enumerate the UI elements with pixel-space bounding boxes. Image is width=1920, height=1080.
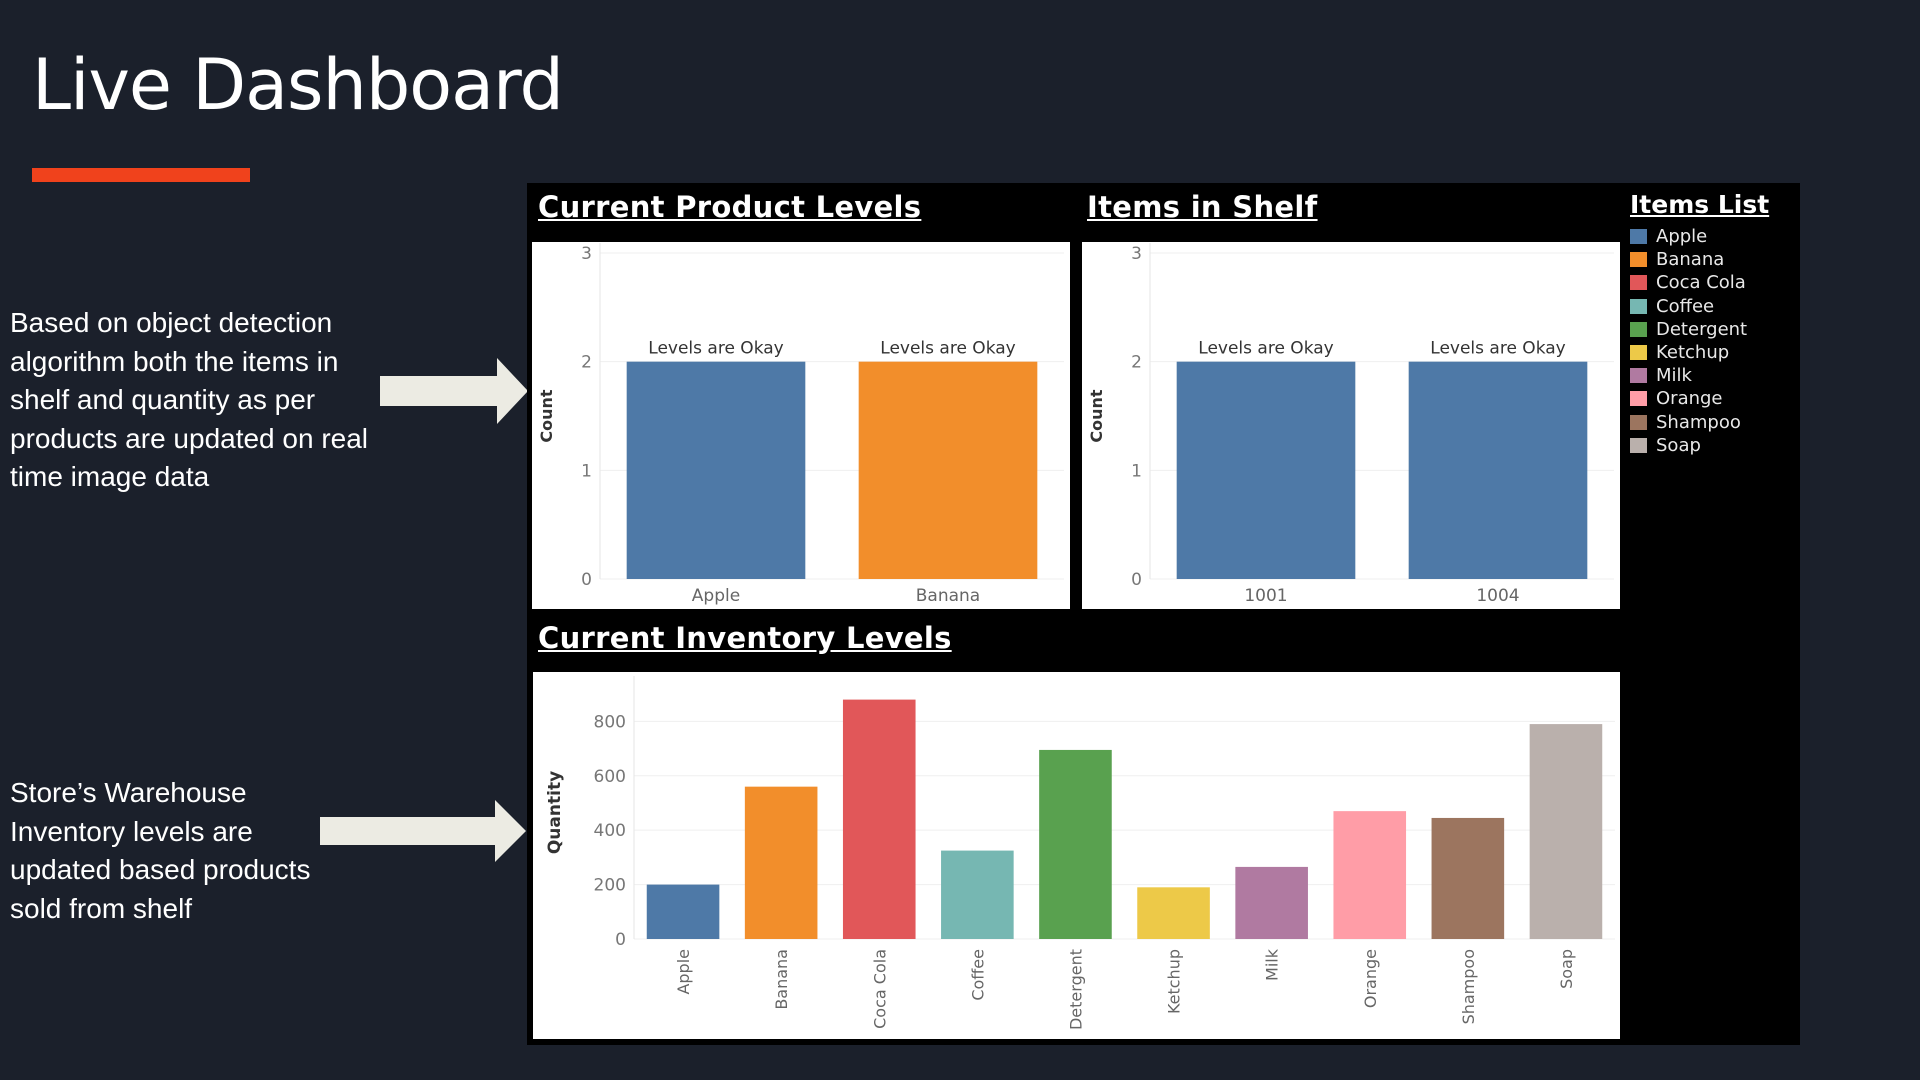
note-object-detection: Based on object detection algorithm both… [10, 307, 369, 492]
y-tick-label: 0 [615, 930, 626, 950]
legend-item: Coca Cola [1630, 271, 1769, 294]
legend-item: Banana [1630, 248, 1769, 271]
y-tick-label: 400 [594, 821, 626, 841]
y-tick-label: 600 [594, 767, 626, 787]
x-tick-label: Apple [674, 949, 693, 995]
items-legend: Items List Apple Banana Coca Cola Coffee Det… [1630, 190, 1769, 457]
legend-label: Soap [1656, 434, 1701, 456]
bar [1039, 749, 1112, 939]
legend-swatch [1630, 229, 1647, 245]
items-in-shelf-chart: 0 1 2 3 Count Levels are Okay 1001 Levels are O… [1082, 242, 1620, 609]
x-tick-label: Detergent [1066, 949, 1085, 1030]
chart-title-items-in-shelf: Items in Shelf [1087, 190, 1318, 224]
x-tick-label: Banana [916, 586, 980, 606]
note-warehouse: Store’s Warehouse Inventory levels are u… [10, 777, 311, 924]
bar [1176, 361, 1356, 579]
x-tick-label: 1001 [1244, 586, 1287, 606]
legend-item: Shampoo [1630, 411, 1769, 434]
legend-swatch [1630, 391, 1647, 407]
bar-data-label: Levels are Okay [648, 339, 783, 359]
y-tick-label: 3 [581, 244, 592, 264]
page-title: Live Dashboard [32, 44, 564, 126]
bar [646, 884, 720, 939]
legend-label: Ketchup [1656, 342, 1730, 364]
x-tick-label: Ketchup [1165, 949, 1184, 1014]
x-tick-label: Milk [1263, 948, 1282, 981]
y-tick-label: 2 [1131, 353, 1142, 373]
y-tick-label: 3 [1131, 244, 1142, 264]
y-tick-label: 1 [581, 461, 592, 481]
bar [744, 786, 818, 939]
legend-swatch [1630, 437, 1647, 453]
bar [626, 361, 806, 579]
title-accent-bar [32, 168, 250, 182]
legend-title: Items List [1630, 190, 1770, 219]
x-tick-label: Coffee [968, 949, 987, 1001]
bar [1408, 361, 1588, 579]
x-tick-label: Shampoo [1459, 949, 1478, 1024]
y-axis-label: Count [1087, 389, 1106, 443]
legend-label: Orange [1656, 388, 1723, 410]
bar [1431, 817, 1505, 939]
y-tick-label: 800 [594, 712, 626, 732]
legend-label: Detergent [1656, 318, 1748, 340]
y-tick-label: 0 [581, 570, 592, 590]
legend-swatch [1630, 345, 1647, 361]
legend-items: Apple Banana Coca Cola Coffee Detergent Ketch… [1630, 225, 1769, 457]
legend-label: Apple [1656, 226, 1708, 248]
legend-label: Banana [1656, 249, 1725, 271]
legend-swatch [1630, 368, 1647, 384]
x-tick-label: Soap [1557, 949, 1576, 989]
chart-title-product-levels: Current Product Levels [538, 190, 922, 224]
x-tick-label: Coca Cola [870, 949, 889, 1029]
legend-item: Coffee [1630, 295, 1769, 318]
bar [1235, 866, 1308, 939]
legend-label: Shampoo [1656, 411, 1741, 433]
legend-label: Coffee [1656, 295, 1715, 317]
x-tick-label: Orange [1361, 949, 1380, 1008]
legend-item: Milk [1630, 364, 1769, 387]
legend-item: Apple [1630, 225, 1769, 248]
y-axis-label: Quantity [545, 771, 565, 854]
legend-item: Ketchup [1630, 341, 1769, 364]
inventory-levels-chart: 0 200 400 600 800 Quantity Apple Banana Coca Col… [533, 672, 1620, 1039]
bar-data-label: Levels are Okay [880, 339, 1015, 359]
bar [1137, 887, 1210, 939]
bar [1529, 724, 1603, 939]
y-tick-label: 2 [581, 353, 592, 373]
legend-label: Coca Cola [1656, 272, 1746, 294]
y-tick-label: 1 [1131, 461, 1142, 481]
bar-data-label: Levels are Okay [1198, 339, 1333, 359]
legend-item: Soap [1630, 434, 1769, 457]
legend-swatch [1630, 298, 1647, 314]
legend-swatch [1630, 414, 1647, 430]
legend-swatch [1630, 275, 1647, 291]
product-levels-chart: 0 1 2 3 Count Levels are Okay Apple Levels are … [532, 242, 1070, 609]
bar [842, 699, 916, 939]
y-tick-label: 0 [1131, 570, 1142, 590]
bar-data-label: Levels are Okay [1430, 339, 1565, 359]
legend-label: Milk [1656, 365, 1692, 387]
legend-item: Detergent [1630, 318, 1769, 341]
legend-item: Orange [1630, 387, 1769, 410]
bar [1333, 811, 1407, 939]
bar [858, 361, 1038, 579]
y-tick-label: 200 [594, 876, 626, 896]
legend-swatch [1630, 321, 1647, 337]
x-tick-label: 1004 [1476, 586, 1519, 606]
y-axis-label: Count [537, 389, 556, 443]
bar [941, 850, 1014, 939]
arrow-right-icon [380, 358, 528, 424]
x-tick-label: Apple [692, 586, 740, 606]
chart-title-inventory-levels: Current Inventory Levels [538, 621, 952, 655]
x-tick-label: Banana [772, 949, 791, 1010]
legend-swatch [1630, 252, 1647, 268]
arrow-right-icon [320, 800, 526, 862]
